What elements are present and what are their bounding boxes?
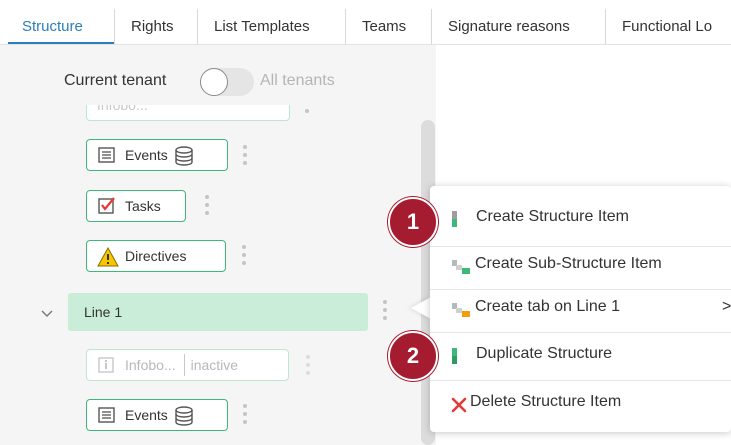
tasks-more-icon[interactable] bbox=[203, 193, 211, 219]
menu-label: Delete Structure Item bbox=[470, 393, 622, 410]
chip-divider bbox=[183, 354, 185, 376]
infobox-more-icon[interactable] bbox=[304, 353, 312, 379]
menu-label: Create Sub-Structure Item bbox=[475, 255, 662, 272]
events-label: Events bbox=[125, 147, 168, 163]
menu-divider bbox=[430, 380, 731, 381]
infobox-chip[interactable]: Infobo... inactive bbox=[86, 349, 289, 381]
duplicate-icon bbox=[450, 348, 470, 366]
infobox-label: Infobo... bbox=[125, 357, 176, 373]
info-icon bbox=[97, 356, 117, 374]
infobox-status: inactive bbox=[190, 357, 239, 373]
toggle-knob bbox=[200, 68, 228, 96]
menu-divider bbox=[430, 332, 731, 333]
callout-badge-1: 1 bbox=[388, 197, 438, 247]
line-1-row[interactable]: Line 1 bbox=[68, 293, 368, 331]
menu-label: Create tab on Line 1 bbox=[475, 298, 620, 315]
line-1-label: Line 1 bbox=[84, 304, 123, 320]
directives-more-icon[interactable] bbox=[240, 243, 248, 269]
list-icon bbox=[97, 146, 117, 164]
events-more-icon[interactable] bbox=[241, 143, 249, 169]
tab-icon bbox=[450, 301, 470, 319]
tenant-toggle-switch[interactable] bbox=[200, 68, 254, 96]
menu-divider bbox=[430, 246, 731, 247]
partial-infobox-chip[interactable]: Infobo... bbox=[86, 105, 290, 121]
tab-functional-locations[interactable]: Functional Lo bbox=[605, 9, 731, 44]
tab-bar: Structure Rights List Templates Teams Si… bbox=[0, 0, 731, 45]
menu-divider bbox=[430, 289, 731, 290]
list-icon bbox=[97, 406, 117, 424]
callout-badge-2: 2 bbox=[388, 331, 438, 381]
checkbox-icon bbox=[97, 197, 117, 215]
menu-pointer bbox=[411, 297, 431, 319]
tab-rights[interactable]: Rights bbox=[114, 9, 197, 44]
database-icon bbox=[174, 406, 194, 426]
events-label-2: Events bbox=[125, 407, 168, 423]
menu-item-create-tab[interactable]: Create tab on Line 1 > bbox=[430, 298, 731, 322]
chevron-down-icon[interactable] bbox=[41, 305, 53, 317]
context-menu: Create Structure Item Create Sub-Structu… bbox=[430, 186, 731, 432]
events-chip[interactable]: Events bbox=[86, 139, 228, 171]
events-chip-2[interactable]: Events bbox=[86, 399, 228, 431]
partial-chip-more-icon[interactable] bbox=[303, 109, 311, 135]
tasks-label: Tasks bbox=[125, 198, 161, 214]
partial-infobox-chip-clip: Infobo... bbox=[84, 105, 294, 123]
chevron-right-icon: > bbox=[722, 298, 731, 315]
tasks-chip[interactable]: Tasks bbox=[86, 190, 186, 222]
database-icon bbox=[174, 146, 194, 166]
menu-item-create-sub-structure-item[interactable]: Create Sub-Structure Item bbox=[430, 255, 731, 279]
line-1-more-icon[interactable] bbox=[381, 298, 389, 324]
menu-item-delete-structure-item[interactable]: Delete Structure Item bbox=[430, 393, 731, 417]
tab-structure[interactable]: Structure bbox=[0, 9, 114, 44]
current-tenant-label: Current tenant bbox=[64, 72, 167, 89]
active-tab-indicator bbox=[8, 42, 114, 44]
tab-list-templates[interactable]: List Templates bbox=[197, 9, 345, 44]
partial-infobox-label: Infobo... bbox=[97, 105, 148, 113]
directives-label: Directives bbox=[125, 248, 187, 264]
menu-label: Create Structure Item bbox=[476, 208, 629, 225]
warning-icon bbox=[97, 246, 119, 267]
tab-teams[interactable]: Teams bbox=[345, 9, 431, 44]
all-tenants-label: All tenants bbox=[260, 72, 335, 89]
tab-signature-reasons[interactable]: Signature reasons bbox=[431, 9, 605, 44]
menu-item-duplicate-structure[interactable]: Duplicate Structure bbox=[430, 345, 731, 369]
events-2-more-icon[interactable] bbox=[241, 402, 249, 428]
menu-item-create-structure-item[interactable]: Create Structure Item bbox=[430, 208, 731, 232]
directives-chip[interactable]: Directives bbox=[86, 240, 226, 272]
menu-label: Duplicate Structure bbox=[476, 345, 613, 362]
sub-structure-icon bbox=[450, 258, 470, 276]
structure-item-icon bbox=[450, 211, 470, 229]
delete-x-icon bbox=[450, 396, 470, 414]
